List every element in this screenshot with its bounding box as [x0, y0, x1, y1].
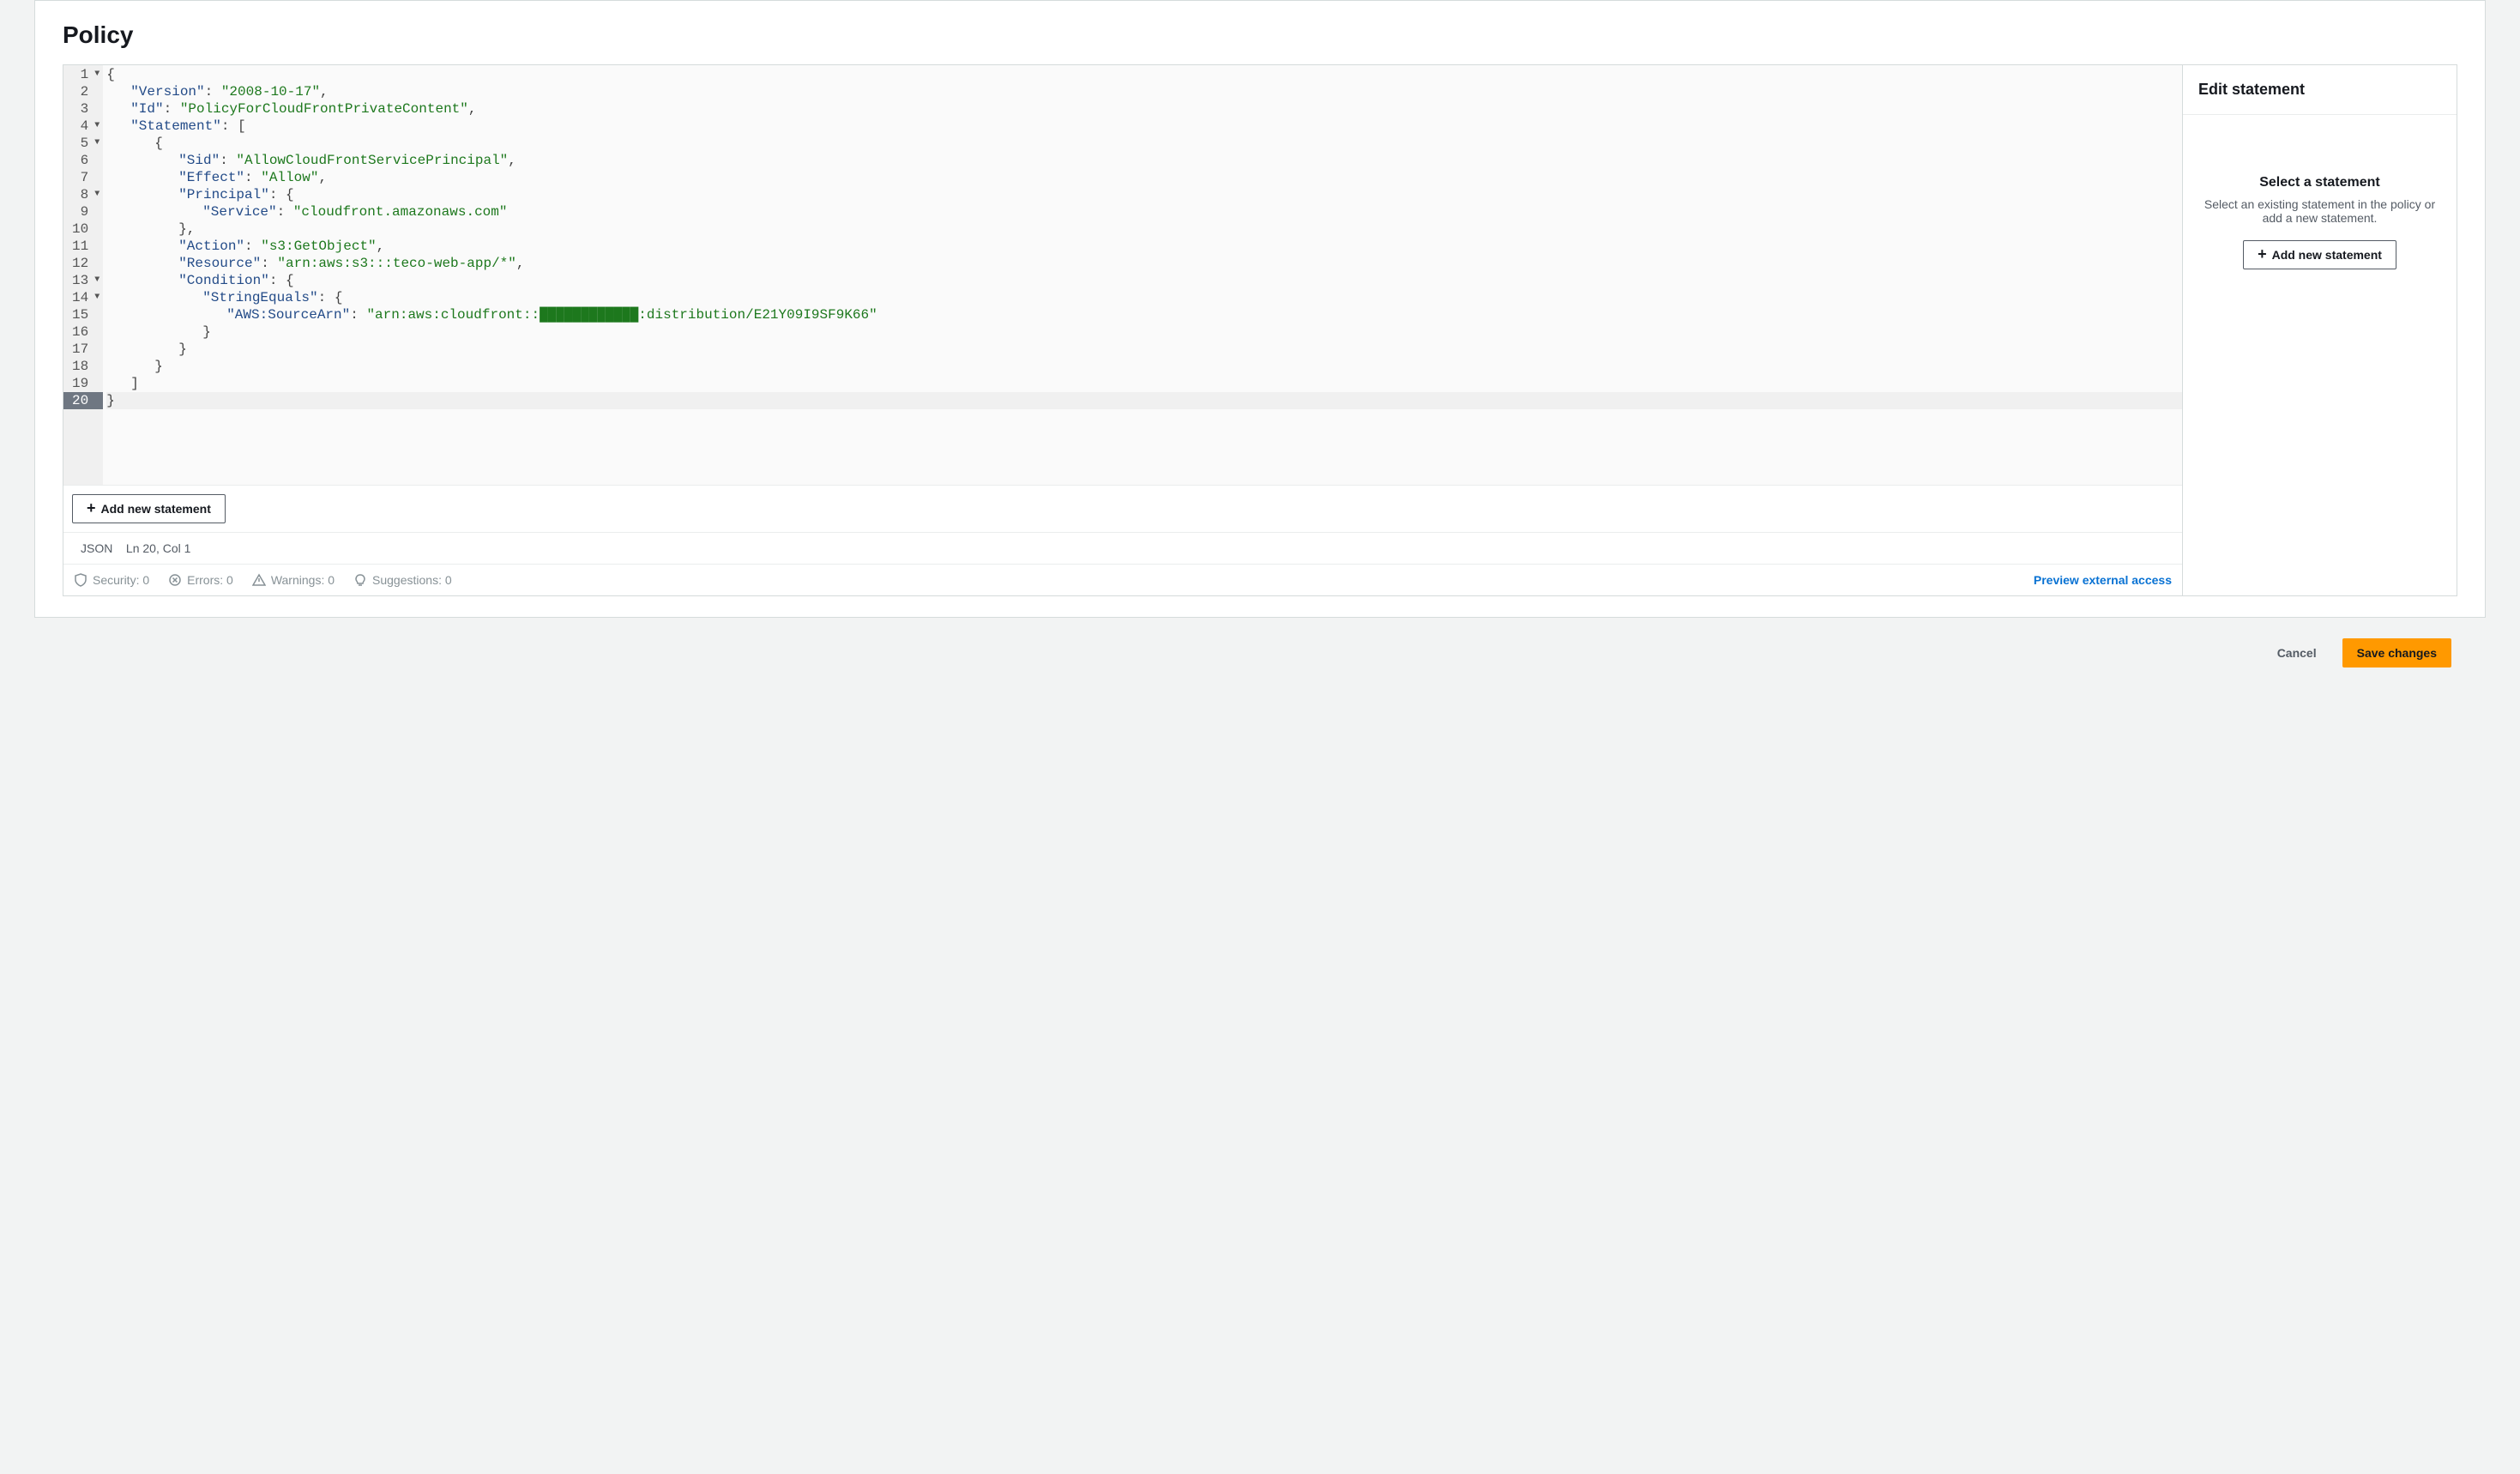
editor-pane: 1▼234▼5▼678▼910111213▼14▼151617181920 {"… [63, 65, 2182, 595]
code-line[interactable]: "Resource": "arn:aws:s3:::teco-web-app/*… [106, 255, 2182, 272]
code-line[interactable]: "StringEquals": { [106, 289, 2182, 306]
code-line[interactable]: "AWS:SourceArn": "arn:aws:cloudfront::██… [106, 306, 2182, 323]
warning-icon [252, 573, 266, 587]
cursor-position: Ln 20, Col 1 [126, 541, 191, 555]
gutter-line: 18 [63, 358, 103, 375]
plus-icon: + [87, 502, 96, 514]
side-panel-heading: Select a statement [2259, 175, 2380, 190]
code-line[interactable]: ] [106, 375, 2182, 392]
code-line[interactable]: }, [106, 220, 2182, 238]
errors-count: Errors: 0 [168, 573, 233, 587]
fold-icon[interactable]: ▼ [91, 186, 99, 203]
gutter-line: 16 [63, 323, 103, 341]
editor-mode: JSON [81, 541, 112, 555]
preview-external-access-link[interactable]: Preview external access [2034, 573, 2172, 587]
code-line[interactable]: "Effect": "Allow", [106, 169, 2182, 186]
gutter-line: 15 [63, 306, 103, 323]
code-line[interactable]: "Sid": "AllowCloudFrontServicePrincipal"… [106, 152, 2182, 169]
code-lines[interactable]: {"Version": "2008-10-17","Id": "PolicyFo… [103, 65, 2182, 485]
fold-icon[interactable]: ▼ [91, 118, 99, 135]
gutter-line: 20 [63, 392, 103, 409]
cancel-button[interactable]: Cancel [2264, 638, 2330, 668]
code-line[interactable]: { [106, 135, 2182, 152]
bulb-icon [353, 573, 367, 587]
security-count: Security: 0 [74, 573, 149, 587]
code-line[interactable]: } [106, 323, 2182, 341]
gutter-line: 9 [63, 203, 103, 220]
side-add-statement-button[interactable]: + Add new statement [2243, 240, 2396, 269]
code-line[interactable]: "Version": "2008-10-17", [106, 83, 2182, 100]
side-panel-body: Select an existing statement in the poli… [2200, 197, 2439, 225]
gutter-line: 10 [63, 220, 103, 238]
code-area[interactable]: 1▼234▼5▼678▼910111213▼14▼151617181920 {"… [63, 65, 2182, 485]
gutter-line: 5▼ [63, 135, 103, 152]
code-line[interactable]: } [106, 358, 2182, 375]
status-bar: JSON Ln 20, Col 1 [63, 532, 2182, 564]
gutter-line: 3 [63, 100, 103, 118]
error-icon [168, 573, 182, 587]
code-line[interactable]: "Condition": { [106, 272, 2182, 289]
code-line[interactable]: } [106, 392, 2182, 409]
fold-icon[interactable]: ▼ [91, 272, 99, 289]
policy-panel: Policy 1▼234▼5▼678▼910111213▼14▼15161718… [34, 0, 2486, 618]
panel-title: Policy [63, 21, 2457, 49]
code-line[interactable]: "Action": "s3:GetObject", [106, 238, 2182, 255]
fold-icon[interactable]: ▼ [91, 289, 99, 306]
shield-icon [74, 573, 87, 587]
gutter-line: 4▼ [63, 118, 103, 135]
add-statement-label: Add new statement [101, 500, 211, 517]
editor-toolbar: + Add new statement [63, 485, 2182, 532]
code-line[interactable]: "Statement": [ [106, 118, 2182, 135]
gutter-line: 11 [63, 238, 103, 255]
edit-statement-panel: Edit statement Select a statement Select… [2182, 65, 2457, 595]
gutter-line: 12 [63, 255, 103, 272]
save-changes-button[interactable]: Save changes [2342, 638, 2451, 668]
line-gutter: 1▼234▼5▼678▼910111213▼14▼151617181920 [63, 65, 103, 485]
gutter-line: 7 [63, 169, 103, 186]
warnings-count: Warnings: 0 [252, 573, 335, 587]
gutter-line: 1▼ [63, 66, 103, 83]
issues-bar: Security: 0 Errors: 0 Warnings: 0 S [63, 564, 2182, 595]
gutter-line: 8▼ [63, 186, 103, 203]
add-statement-button[interactable]: + Add new statement [72, 494, 226, 523]
gutter-line: 19 [63, 375, 103, 392]
suggestions-count: Suggestions: 0 [353, 573, 452, 587]
side-panel-title: Edit statement [2183, 65, 2457, 115]
code-line[interactable]: "Id": "PolicyForCloudFrontPrivateContent… [106, 100, 2182, 118]
gutter-line: 6 [63, 152, 103, 169]
gutter-line: 13▼ [63, 272, 103, 289]
footer-actions: Cancel Save changes [34, 618, 2486, 668]
plus-icon: + [2258, 248, 2267, 260]
policy-editor: 1▼234▼5▼678▼910111213▼14▼151617181920 {"… [63, 64, 2457, 596]
code-line[interactable]: "Principal": { [106, 186, 2182, 203]
code-line[interactable]: { [106, 66, 2182, 83]
side-add-statement-label: Add new statement [2272, 246, 2382, 263]
code-line[interactable]: "Service": "cloudfront.amazonaws.com" [106, 203, 2182, 220]
fold-icon[interactable]: ▼ [91, 66, 99, 83]
code-line[interactable]: } [106, 341, 2182, 358]
gutter-line: 17 [63, 341, 103, 358]
fold-icon[interactable]: ▼ [91, 135, 99, 152]
gutter-line: 14▼ [63, 289, 103, 306]
gutter-line: 2 [63, 83, 103, 100]
